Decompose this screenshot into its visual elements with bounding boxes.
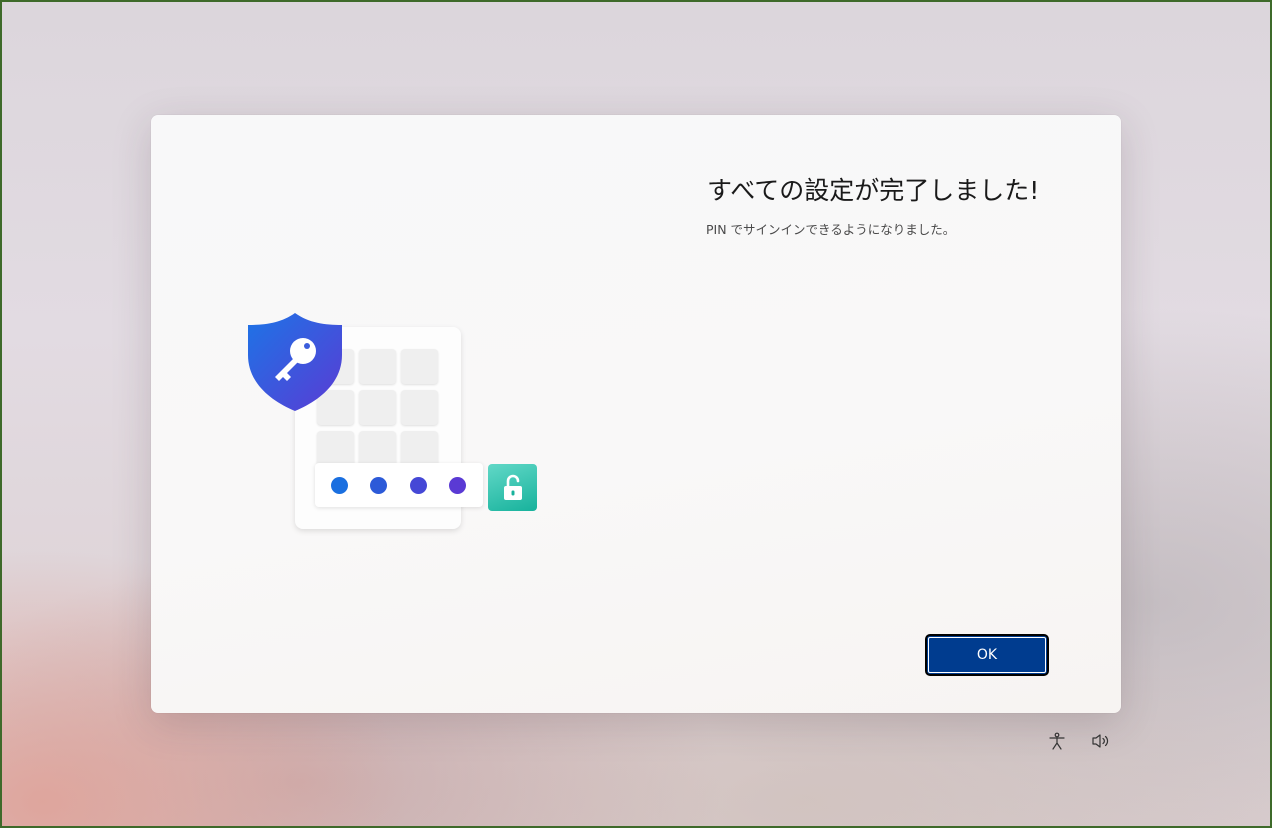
keypad-key xyxy=(401,349,438,384)
keypad-key xyxy=(359,390,396,425)
keypad-key xyxy=(359,431,396,466)
volume-icon[interactable] xyxy=(1090,730,1112,752)
pin-dot xyxy=(331,477,348,494)
keypad-key xyxy=(401,390,438,425)
page-title: すべての設定が完了しました! xyxy=(707,176,1040,205)
pin-illustration xyxy=(245,311,545,541)
setup-complete-dialog: すべての設定が完了しました! PIN でサインインできるようになりました。 OK xyxy=(151,115,1121,713)
keypad-key xyxy=(401,431,438,466)
keypad-key xyxy=(359,349,396,384)
key-shield-icon xyxy=(248,313,342,411)
pin-entry-bar xyxy=(315,463,483,507)
page-subtitle: PIN でサインインできるようになりました。 xyxy=(706,222,956,237)
pin-dot xyxy=(370,477,387,494)
pin-dot xyxy=(449,477,466,494)
ok-button[interactable]: OK xyxy=(925,634,1049,676)
pin-dot xyxy=(410,477,427,494)
unlocked-padlock-icon xyxy=(488,464,537,511)
accessibility-icon[interactable] xyxy=(1046,730,1068,752)
setup-screen: すべての設定が完了しました! PIN でサインインできるようになりました。 OK xyxy=(0,0,1272,828)
keypad-key xyxy=(317,431,354,466)
